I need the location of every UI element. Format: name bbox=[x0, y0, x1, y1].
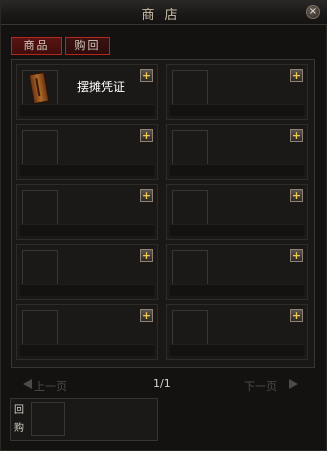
slot-bar bbox=[170, 284, 304, 296]
slot-bar bbox=[20, 344, 154, 356]
add-to-cart-button[interactable]: + bbox=[290, 69, 303, 82]
buyback-panel: 回购 bbox=[10, 398, 158, 441]
slot-bar bbox=[170, 344, 304, 356]
item-slot[interactable]: + bbox=[16, 184, 158, 240]
item-icon-frame bbox=[22, 250, 58, 286]
stall-token-icon bbox=[28, 71, 50, 105]
add-to-cart-button[interactable]: + bbox=[290, 189, 303, 202]
item-icon-frame bbox=[172, 190, 208, 226]
add-to-cart-button[interactable]: + bbox=[140, 189, 153, 202]
title-bar: 商店 × bbox=[1, 1, 327, 25]
slot-bar bbox=[170, 164, 304, 176]
add-to-cart-button[interactable]: + bbox=[140, 69, 153, 82]
window-title: 商店 bbox=[141, 8, 188, 23]
slot-bar bbox=[20, 284, 154, 296]
plus-icon: + bbox=[291, 249, 302, 262]
item-icon-frame bbox=[22, 190, 58, 226]
next-page-button[interactable]: 下一页 bbox=[244, 378, 277, 394]
item-slot[interactable]: + bbox=[166, 64, 308, 120]
close-button[interactable]: × bbox=[306, 5, 320, 19]
shop-window: 商店 × 商品 购回 摆摊凭证 1 + + + bbox=[0, 0, 327, 451]
plus-icon: + bbox=[141, 69, 152, 82]
item-slot[interactable]: + bbox=[166, 244, 308, 300]
plus-icon: + bbox=[141, 189, 152, 202]
slot-bar bbox=[20, 224, 154, 236]
plus-icon: + bbox=[141, 129, 152, 142]
slot-bar bbox=[20, 164, 154, 176]
page-indicator: 1/1 bbox=[153, 377, 171, 390]
plus-icon: + bbox=[291, 309, 302, 322]
slot-bar bbox=[20, 104, 154, 116]
close-icon: × bbox=[308, 6, 318, 17]
slot-bar bbox=[170, 224, 304, 236]
plus-icon: + bbox=[291, 189, 302, 202]
item-slot[interactable]: + bbox=[16, 124, 158, 180]
item-icon-frame bbox=[22, 130, 58, 166]
buyback-label: 回购 bbox=[14, 405, 24, 434]
item-slot[interactable]: + bbox=[16, 244, 158, 300]
right-arrow-icon[interactable] bbox=[289, 379, 298, 389]
add-to-cart-button[interactable]: + bbox=[140, 129, 153, 142]
item-icon-frame bbox=[172, 310, 208, 346]
item-slot[interactable]: + bbox=[16, 304, 158, 360]
add-to-cart-button[interactable]: + bbox=[140, 249, 153, 262]
item-icon-frame bbox=[172, 70, 208, 106]
item-icon-frame bbox=[22, 310, 58, 346]
plus-icon: + bbox=[141, 249, 152, 262]
add-to-cart-button[interactable]: + bbox=[290, 129, 303, 142]
prev-page-button[interactable]: 上一页 bbox=[34, 378, 67, 394]
plus-icon: + bbox=[291, 69, 302, 82]
buyback-slot[interactable] bbox=[31, 402, 65, 436]
item-slot[interactable]: 摆摊凭证 1 + bbox=[16, 64, 158, 120]
item-icon-frame bbox=[172, 250, 208, 286]
add-to-cart-button[interactable]: + bbox=[290, 309, 303, 322]
tab-goods[interactable]: 商品 bbox=[11, 37, 62, 55]
add-to-cart-button[interactable]: + bbox=[140, 309, 153, 322]
item-slot[interactable]: + bbox=[166, 304, 308, 360]
item-slot[interactable]: + bbox=[166, 184, 308, 240]
item-icon-frame bbox=[172, 130, 208, 166]
item-grid: 摆摊凭证 1 + + + + + bbox=[11, 59, 315, 368]
item-icon-frame bbox=[22, 70, 58, 106]
tab-buyback[interactable]: 购回 bbox=[65, 37, 110, 55]
item-name: 摆摊凭证 bbox=[77, 80, 126, 94]
item-slot[interactable]: + bbox=[166, 124, 308, 180]
plus-icon: + bbox=[141, 309, 152, 322]
plus-icon: + bbox=[291, 129, 302, 142]
left-arrow-icon[interactable] bbox=[23, 379, 32, 389]
slot-bar bbox=[170, 104, 304, 116]
add-to-cart-button[interactable]: + bbox=[290, 249, 303, 262]
